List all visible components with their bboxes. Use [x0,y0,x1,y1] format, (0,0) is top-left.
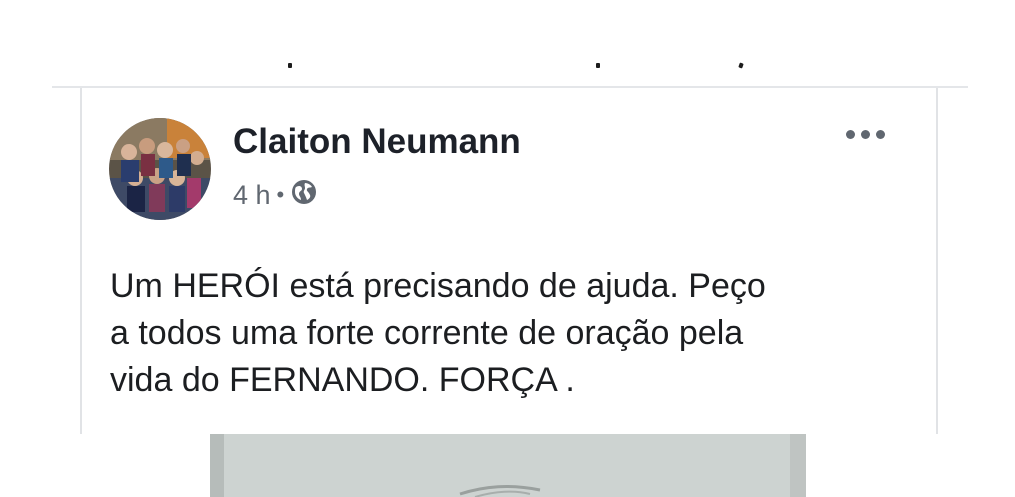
post-text-line: a todos uma forte corrente de oração pel… [110,314,744,352]
post-text: Um HERÓI está precisando de ajuda. Peço … [110,263,910,404]
top-strip [0,0,1015,86]
meta-separator: • [276,182,285,207]
avatar[interactable] [109,118,211,220]
post-text-line: Um HERÓI está precisando de ajuda. Peço [110,267,766,305]
post-meta: 4 h • [233,178,318,212]
more-options-icon[interactable] [846,130,894,144]
post-time[interactable]: 4 h [233,180,271,211]
post-photo[interactable] [210,434,806,497]
post-text-line: vida do FERNANDO. FORÇA . [110,361,575,399]
globe-icon [290,178,318,213]
post-author-name[interactable]: Claiton Neumann [233,122,521,162]
